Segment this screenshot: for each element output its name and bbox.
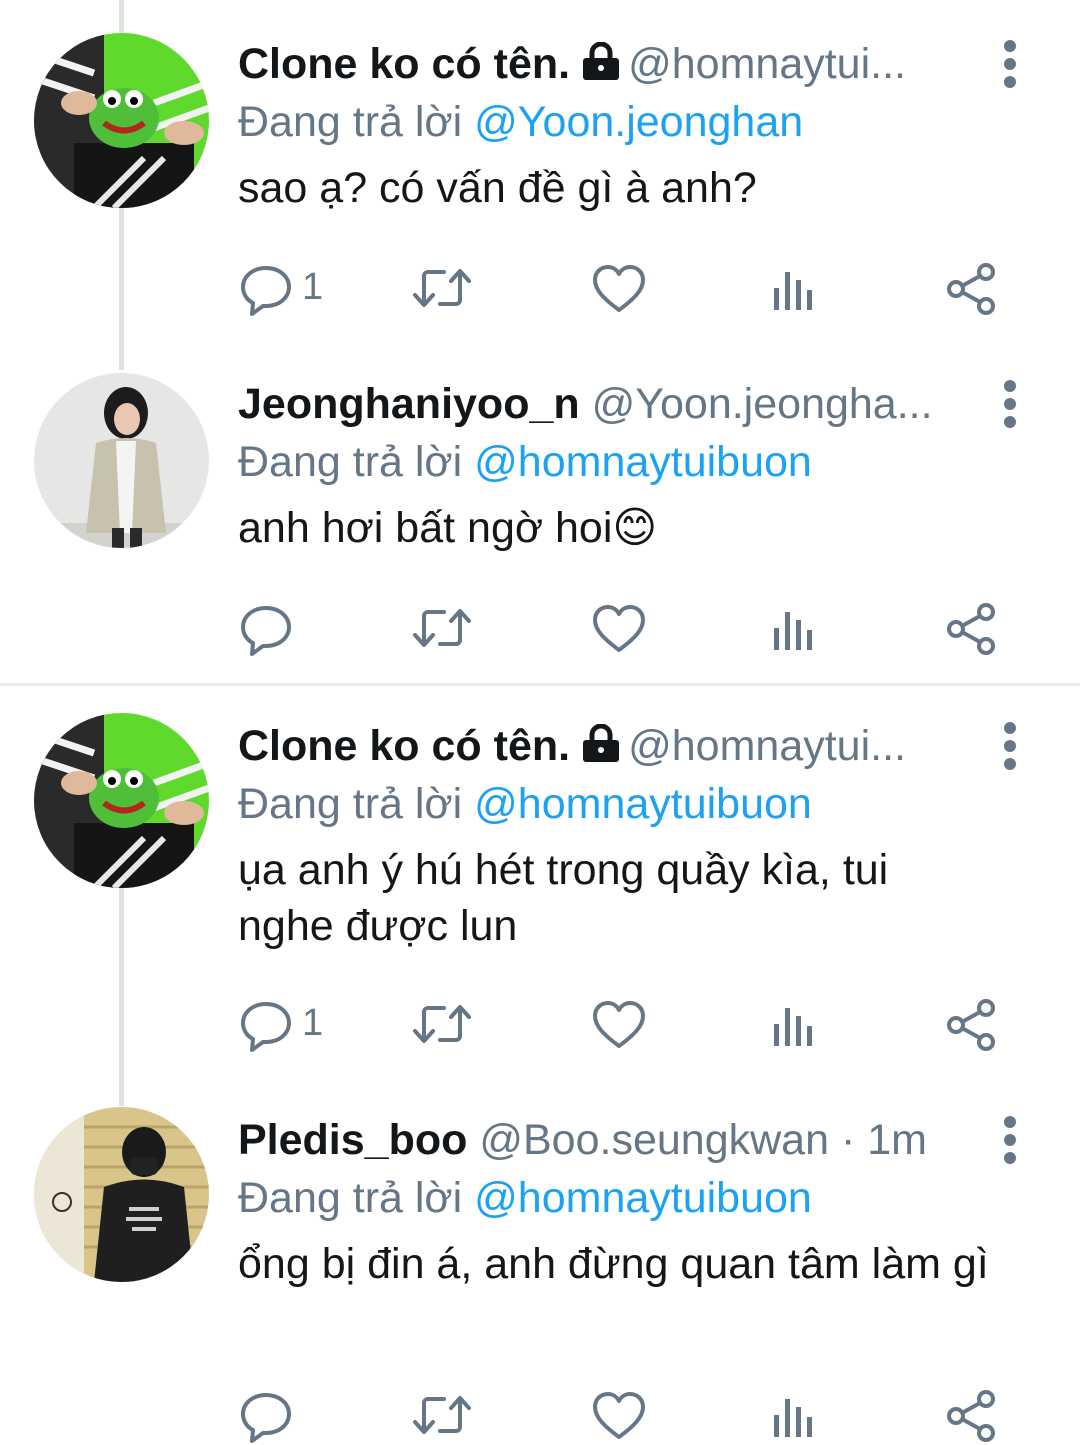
- display-name[interactable]: Clone ko có tên.: [238, 722, 570, 770]
- reply-button[interactable]: 1: [240, 258, 350, 318]
- reply-prefix: Đang trả lời: [238, 780, 463, 828]
- avatar[interactable]: [34, 33, 209, 208]
- retweet-button[interactable]: [410, 258, 474, 318]
- share-icon: [947, 603, 995, 655]
- tweet-text: ụa anh ý hú hét trong quầy kìa, tui nghe…: [238, 846, 889, 950]
- avatar[interactable]: [34, 1107, 209, 1282]
- reply-mention-link[interactable]: @homnaytuibuon: [474, 438, 812, 486]
- like-button[interactable]: [592, 994, 646, 1054]
- heart-icon: [593, 1392, 645, 1439]
- speech-bubble-icon: [241, 1393, 291, 1443]
- tweet-text: anh hơi bất ngờ hoi😊: [238, 504, 658, 552]
- lock-icon: [580, 40, 622, 92]
- analytics-button[interactable]: [770, 598, 818, 658]
- share-button[interactable]: [944, 258, 998, 318]
- tweet-actions: [0, 1385, 1080, 1445]
- reply-to: Đang trả lời @Yoon.jeonghan: [238, 94, 803, 150]
- more-vertical-icon[interactable]: [996, 40, 1024, 88]
- bar-chart-icon: [774, 1008, 812, 1046]
- bar-chart-icon: [774, 272, 812, 310]
- reply-to: Đang trả lời @homnaytuibuon: [238, 776, 812, 832]
- share-icon: [947, 999, 995, 1051]
- retweet-button[interactable]: [410, 994, 474, 1054]
- retweet-icon: [413, 269, 471, 307]
- like-button[interactable]: [592, 598, 646, 658]
- lock-icon: [580, 722, 622, 774]
- avatar[interactable]: [34, 373, 209, 548]
- like-button[interactable]: [592, 258, 646, 318]
- reply-mention-link[interactable]: @homnaytuibuon: [474, 1174, 812, 1222]
- tweet-header: Clone ko có tên. @homnaytui...: [238, 718, 960, 774]
- analytics-button[interactable]: [770, 1385, 818, 1445]
- share-button[interactable]: [944, 598, 998, 658]
- speech-bubble-icon: [241, 1002, 291, 1052]
- bar-chart-icon: [774, 1399, 812, 1437]
- reply-button[interactable]: 1: [240, 994, 350, 1054]
- heart-icon: [593, 265, 645, 312]
- avatar[interactable]: [34, 713, 209, 888]
- tweet-actions: [0, 598, 1080, 658]
- retweet-icon: [413, 1396, 471, 1434]
- reply-prefix: Đang trả lời: [238, 98, 463, 146]
- reply-to: Đang trả lời @homnaytuibuon: [238, 1170, 812, 1226]
- heart-icon: [593, 605, 645, 652]
- reply-mention-link[interactable]: @homnaytuibuon: [474, 780, 812, 828]
- analytics-button[interactable]: [770, 258, 818, 318]
- handle[interactable]: @Yoon.jeongha...: [592, 380, 933, 428]
- share-button[interactable]: [944, 1385, 998, 1445]
- reply-count: 1: [302, 1002, 324, 1044]
- tweet-actions: 1: [0, 258, 1080, 318]
- display-name[interactable]: Jeonghaniyoo_n: [238, 380, 580, 428]
- display-name[interactable]: Clone ko có tên.: [238, 40, 570, 88]
- reply-button[interactable]: [240, 598, 350, 658]
- retweet-button[interactable]: [410, 1385, 474, 1445]
- speech-bubble-icon: [241, 606, 291, 656]
- retweet-icon: [413, 1005, 471, 1043]
- like-button[interactable]: [592, 1385, 646, 1445]
- heart-icon: [593, 1001, 645, 1048]
- retweet-button[interactable]: [410, 598, 474, 658]
- tweet-header: Jeonghaniyoo_n @Yoon.jeongha...: [238, 376, 960, 432]
- tweet-text: sao ạ? có vấn đề gì à anh?: [238, 164, 757, 212]
- tweet-header: Clone ko có tên. @homnaytui...: [238, 36, 960, 92]
- speech-bubble-icon: [241, 266, 291, 316]
- reply-mention-link[interactable]: @Yoon.jeonghan: [474, 98, 803, 146]
- tweet-actions: 1: [0, 994, 1080, 1054]
- analytics-button[interactable]: [770, 994, 818, 1054]
- handle[interactable]: @Boo.seungkwan · 1m: [479, 1116, 927, 1164]
- more-vertical-icon[interactable]: [996, 380, 1024, 428]
- share-button[interactable]: [944, 994, 998, 1054]
- display-name[interactable]: Pledis_boo: [238, 1116, 467, 1164]
- handle[interactable]: @homnaytui...: [628, 722, 906, 770]
- divider: [0, 683, 1080, 686]
- more-vertical-icon[interactable]: [996, 722, 1024, 770]
- bar-chart-icon: [774, 612, 812, 650]
- reply-to: Đang trả lời @homnaytuibuon: [238, 434, 812, 490]
- share-icon: [947, 263, 995, 315]
- retweet-icon: [413, 609, 471, 647]
- tweet-text: ổng bị đin á, anh đừng quan tâm làm gì: [238, 1240, 989, 1288]
- handle[interactable]: @homnaytui...: [628, 40, 906, 88]
- reply-button[interactable]: [240, 1385, 350, 1445]
- reply-count: 1: [302, 266, 324, 308]
- reply-prefix: Đang trả lời: [238, 1174, 463, 1222]
- reply-prefix: Đang trả lời: [238, 438, 463, 486]
- tweet-header: Pledis_boo @Boo.seungkwan · 1m: [238, 1112, 960, 1168]
- more-vertical-icon[interactable]: [996, 1116, 1024, 1164]
- share-icon: [947, 1390, 995, 1442]
